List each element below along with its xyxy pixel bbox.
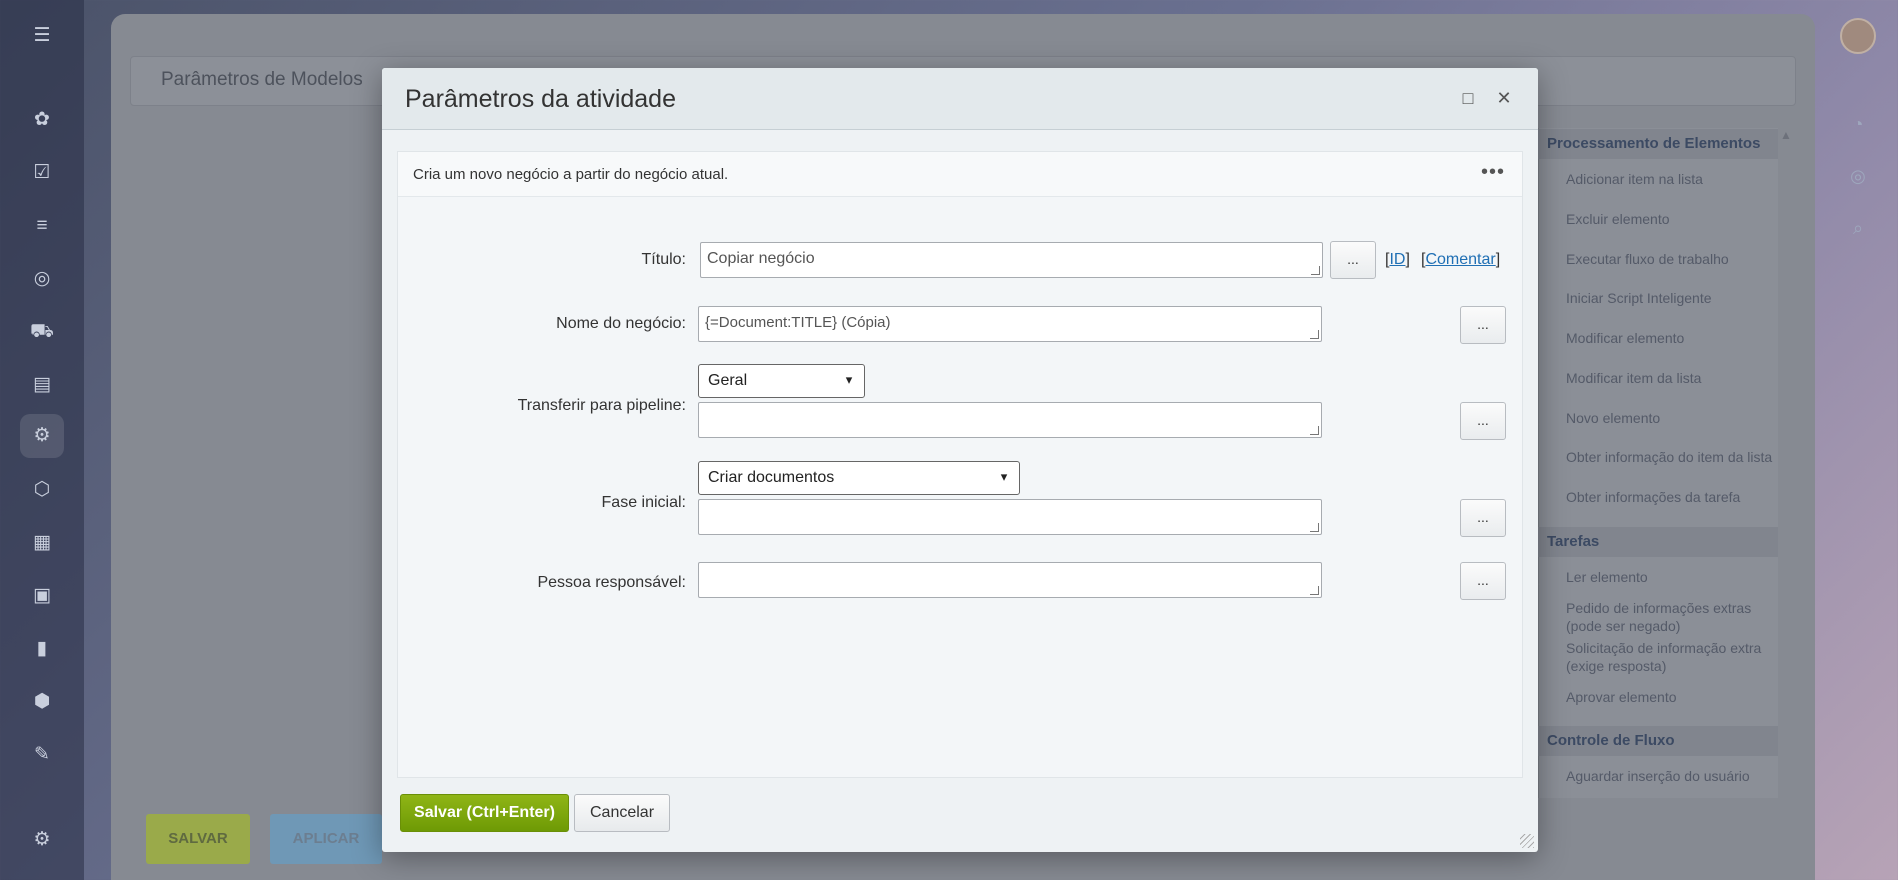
left-navigation-rail: ☰ ✿ ☑ ≡ ◎ ⛟ ▤ ⚙ ⬡ ▦ ▣ ▮ ⬢ ✎ ⚙ xyxy=(0,0,84,880)
toolbox-group-tasks[interactable]: Tarefas xyxy=(1538,527,1778,557)
dialog-body: Cria um novo negócio a partir do negócio… xyxy=(397,151,1523,778)
analytics-icon[interactable]: ▮ xyxy=(30,637,54,661)
initial-stage-input[interactable] xyxy=(698,499,1322,535)
background-apply-button[interactable]: APLICAR xyxy=(270,814,382,864)
shield-icon[interactable]: ⬢ xyxy=(30,690,54,714)
pipeline-label: Transferir para pipeline: xyxy=(517,397,686,414)
document-edit-icon[interactable]: ✎ xyxy=(30,743,54,767)
tasks-icon[interactable]: ☑ xyxy=(30,161,54,185)
save-button[interactable]: Salvar (Ctrl+Enter) xyxy=(400,794,569,832)
target-icon[interactable]: ◎ xyxy=(30,267,54,291)
toolbox-item[interactable]: Adicionar item na lista xyxy=(1538,170,1778,188)
toolbox-item[interactable]: Obter informação do item da lista xyxy=(1538,448,1778,466)
initial-stage-select[interactable]: Criar documentos ▾ xyxy=(698,461,1020,495)
scroll-up-icon[interactable]: ▲ xyxy=(1780,128,1792,142)
resize-grip-icon[interactable] xyxy=(1310,523,1319,532)
responsible-input[interactable] xyxy=(698,562,1322,598)
deal-name-input-value: {=Document:TITLE} (Cópia) xyxy=(705,314,891,331)
toolbox-group-flow-control[interactable]: Controle de Fluxo xyxy=(1538,726,1778,756)
comment-link-wrapper: [Comentar] xyxy=(1421,251,1501,268)
resize-grip-icon[interactable] xyxy=(1310,586,1319,595)
news-icon[interactable]: ▤ xyxy=(30,373,54,397)
resize-grip-icon[interactable] xyxy=(1311,266,1320,275)
activity-parameters-dialog: Parâmetros da atividade □ ✕ Cria um novo… xyxy=(382,68,1538,852)
toolbox-item[interactable]: Modificar item da lista xyxy=(1538,369,1778,387)
pipeline-input[interactable] xyxy=(698,402,1322,438)
background-save-button[interactable]: SALVAR xyxy=(146,814,250,864)
dialog-title: Parâmetros da atividade xyxy=(405,85,676,113)
page-title: Parâmetros de Modelos xyxy=(161,69,363,90)
maximize-icon[interactable]: □ xyxy=(1456,86,1480,110)
pipeline-selected-value: Geral xyxy=(708,372,748,389)
warehouse-icon[interactable]: ▦ xyxy=(30,531,54,555)
palette-icon[interactable]: ✿ xyxy=(30,108,54,132)
toolbox-item[interactable]: Iniciar Script Inteligente xyxy=(1538,289,1778,307)
pipeline-insert-button[interactable]: ... xyxy=(1460,402,1506,440)
search-icon[interactable]: ⌕ xyxy=(1846,216,1870,240)
more-horizontal-icon[interactable]: ••• xyxy=(1478,160,1508,186)
toolbox-group-processing[interactable]: Processamento de Elementos xyxy=(1538,129,1778,159)
dialog-header: Parâmetros da atividade □ ✕ xyxy=(382,68,1538,130)
activity-description: Cria um novo negócio a partir do negócio… xyxy=(413,166,729,183)
toolbox-item[interactable]: Obter informações da tarefa xyxy=(1538,488,1778,506)
initial-stage-insert-button[interactable]: ... xyxy=(1460,499,1506,537)
close-icon[interactable]: ✕ xyxy=(1492,86,1516,110)
responsible-label: Pessoa responsável: xyxy=(537,574,686,591)
initial-stage-label: Fase inicial: xyxy=(601,494,686,511)
bell-icon[interactable]: ◔ xyxy=(1846,112,1870,136)
dialog-resize-grip-icon[interactable] xyxy=(1520,834,1534,848)
chevron-down-icon: ▾ xyxy=(1000,469,1008,484)
id-link[interactable]: ID xyxy=(1389,251,1405,268)
toolbox-item[interactable]: Excluir elemento xyxy=(1538,210,1778,228)
resize-grip-icon[interactable] xyxy=(1310,426,1319,435)
toolbox-item[interactable]: Executar fluxo de trabalho xyxy=(1538,250,1778,268)
deal-name-insert-button[interactable]: ... xyxy=(1460,306,1506,344)
title-input-value: Copiar negócio xyxy=(707,250,815,267)
toolbox-item[interactable]: Solicitação de informação extra (exige r… xyxy=(1538,639,1768,675)
contact-center-icon[interactable]: ◎ xyxy=(1846,164,1870,188)
automation-icon[interactable]: ⚙ xyxy=(20,414,64,458)
cancel-button[interactable]: Cancelar xyxy=(574,794,670,832)
title-label: Título: xyxy=(641,251,686,268)
resize-grip-icon[interactable] xyxy=(1310,330,1319,339)
initial-stage-selected-value: Criar documentos xyxy=(708,469,835,486)
cart-icon[interactable]: ⛟ xyxy=(30,320,54,344)
chevron-down-icon: ▾ xyxy=(845,372,853,387)
title-insert-button[interactable]: ... xyxy=(1330,241,1376,279)
toolbox-item[interactable]: Pedido de informações extras (pode ser n… xyxy=(1538,599,1768,635)
filter-icon[interactable]: ≡ xyxy=(30,214,54,238)
deal-name-label: Nome do negócio: xyxy=(556,315,686,332)
title-input[interactable]: Copiar negócio xyxy=(700,242,1323,278)
toolbox-item[interactable]: Modificar elemento xyxy=(1538,329,1778,347)
menu-icon[interactable]: ☰ xyxy=(30,24,54,48)
description-bar: Cria um novo negócio a partir do negócio… xyxy=(398,152,1522,197)
calendar-icon[interactable]: ▣ xyxy=(30,584,54,608)
avatar[interactable] xyxy=(1840,18,1876,54)
responsible-insert-button[interactable]: ... xyxy=(1460,562,1506,600)
deal-name-input[interactable]: {=Document:TITLE} (Cópia) xyxy=(698,306,1322,342)
box-icon[interactable]: ⬡ xyxy=(30,478,54,502)
pipeline-select[interactable]: Geral ▾ xyxy=(698,364,865,398)
toolbox-item[interactable]: Aprovar elemento xyxy=(1538,688,1778,706)
toolbox-item[interactable]: Aguardar inserção do usuário xyxy=(1538,767,1778,785)
toolbox-item[interactable]: Novo elemento xyxy=(1538,409,1778,427)
toolbox-item[interactable]: Ler elemento xyxy=(1538,568,1778,586)
comment-link[interactable]: Comentar xyxy=(1425,251,1495,268)
settings-icon[interactable]: ⚙ xyxy=(30,828,54,852)
id-link-wrapper: [ID] xyxy=(1385,251,1410,268)
